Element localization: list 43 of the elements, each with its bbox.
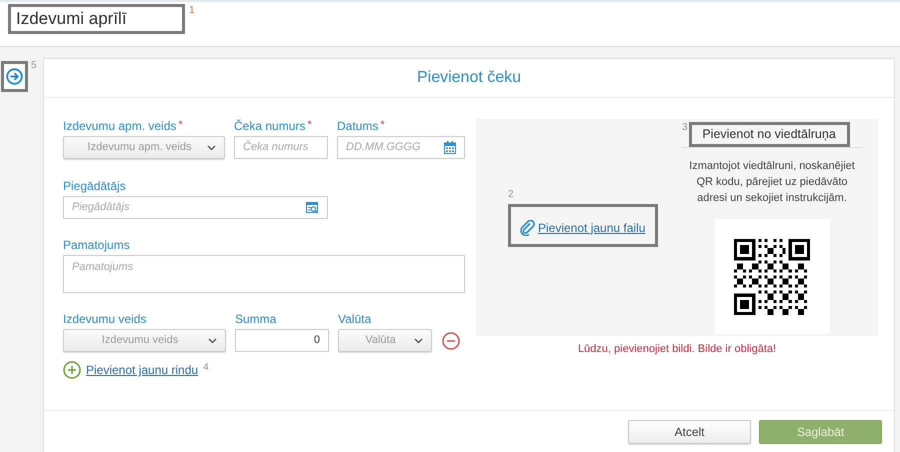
field-label: Valūta	[338, 312, 372, 326]
dropdown[interactable]: Izdevumu veids	[63, 329, 226, 352]
field-label: Izdevumu apm. veids	[63, 119, 176, 133]
expand-button[interactable]	[1, 61, 28, 92]
input-field[interactable]: Piegādātājs	[63, 196, 328, 219]
upload-file-link[interactable]: Pievienot jaunu failu	[508, 204, 658, 247]
chevron-icon	[208, 338, 217, 344]
field-label: Izdevumu veids	[63, 312, 146, 326]
required-mark: *	[307, 119, 312, 131]
add-row-link[interactable]: Pievienot jaunu rindu	[86, 361, 198, 379]
error-message: Lūdzu, pievienojiet bildi. Bilde ir obligāta!	[578, 342, 776, 357]
paperclip-icon	[520, 220, 535, 236]
field-label: Datums	[337, 119, 378, 133]
calendar-icon	[444, 141, 456, 154]
field-label: Piegādātājs	[63, 179, 126, 193]
input-field[interactable]: Čeka numurs	[234, 136, 328, 159]
qr-instructions: Izmantojot viedtālruni, noskanējiet QR kodu, pārejiet uz piedāvāto adresi un sekojiet instrukcijām.	[688, 159, 856, 206]
annotation-number: 1	[189, 4, 195, 18]
remove-icon[interactable]	[442, 332, 460, 350]
annotation-number: 2	[508, 188, 515, 202]
dropdown[interactable]: Valūta	[338, 329, 432, 352]
phone-upload-title: Pievienot no viedtālruņa	[688, 122, 850, 147]
amount-field[interactable]: 0	[235, 329, 329, 352]
page-title: Izdevumi aprīlī	[8, 4, 185, 34]
annotation-number: 3	[682, 121, 688, 135]
chevron-icon	[207, 144, 216, 150]
chevron-icon	[414, 338, 423, 344]
text-area[interactable]: Pamatojums	[63, 255, 465, 293]
arrow-right-icon	[6, 68, 23, 85]
dropdown[interactable]: Izdevumu apm. veids	[63, 136, 225, 159]
annotation-number: 5	[31, 59, 37, 73]
annotation-number: 4	[203, 360, 209, 374]
input-field[interactable]: DD.MM.GGGG	[337, 136, 465, 159]
cancel-button[interactable]: Atcelt	[628, 420, 751, 444]
required-mark: *	[178, 119, 183, 131]
add-icon[interactable]	[63, 361, 81, 379]
field-label: Summa	[235, 312, 276, 326]
dialog-title: Pievienot čeku	[416, 68, 522, 88]
required-mark: *	[380, 119, 385, 131]
lookup-icon	[306, 202, 319, 214]
field-label: Pamatojums	[63, 238, 130, 252]
field-label: Čeka numurs	[234, 119, 306, 133]
save-button[interactable]: Saglabāt	[759, 420, 882, 444]
